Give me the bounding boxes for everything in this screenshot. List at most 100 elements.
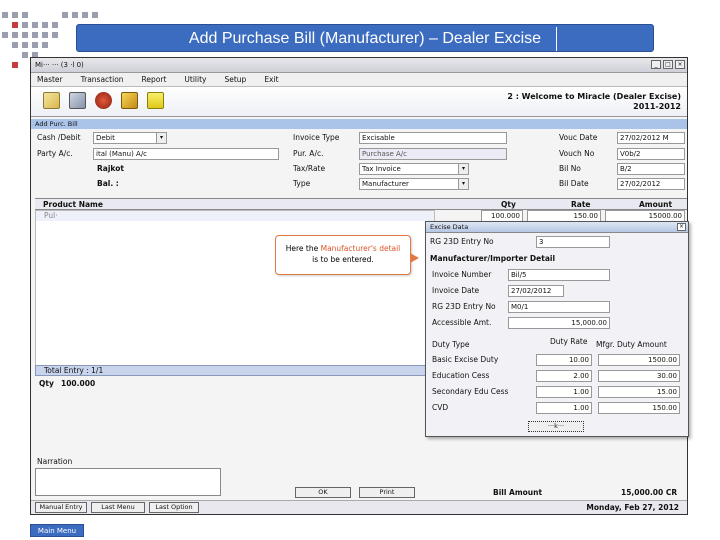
menu-item-master[interactable]: Master [37,73,63,86]
total-entry-text: Total Entry : 1/1 [44,366,104,375]
bill-date-value: 27/02/2012 [620,180,661,188]
invoice-number-label: Invoice Number [432,270,492,279]
help-icon[interactable] [147,92,164,109]
voucher-no-label: Vouch No [559,149,595,158]
duty-cvd-rate[interactable]: 1.00 [536,402,592,414]
section-title: Manufacturer/Importer Detail [430,254,556,263]
menu-item-setup[interactable]: Setup [224,73,246,86]
chevron-down-icon: ▾ [156,133,166,143]
narration-textarea[interactable] [35,468,221,496]
dialog-ok-button[interactable]: ···k··· [528,421,584,432]
invoice-date-field[interactable]: 27/02/2012 [508,285,564,297]
accessible-amount-field[interactable]: 15,000.00 [508,317,610,329]
party-account-value: ital (Manu) A/c [96,150,148,158]
edit-icon[interactable] [121,92,138,109]
menu-item-exit[interactable]: Exit [264,73,278,86]
rg23d-entry-field[interactable]: M0/1 [508,301,610,313]
tax-rate-value: Tax Invoice [362,165,401,173]
row-amount-value: 15000.00 [648,212,682,220]
duty-secondary-rate-value: 1.00 [573,388,589,396]
duty-secondary-rate[interactable]: 1.00 [536,386,592,398]
ok-button[interactable]: OK [295,487,351,498]
close-icon[interactable]: × [677,223,686,231]
grid-header-amount: Amount [639,200,673,209]
voucher-date-value: 27/02/2012 M [620,134,669,142]
duty-education-rate[interactable]: 2.00 [536,370,592,382]
duty-basic-rate-value: 10.00 [568,356,589,364]
main-menu-button[interactable]: Main Menu [30,524,84,537]
duty-cvd-amount[interactable]: 150.00 [598,402,680,414]
party-account-field[interactable]: ital (Manu) A/c [93,148,279,160]
voucher-date-field[interactable]: 27/02/2012 M [617,132,685,144]
status-date: Monday, Feb 27, 2012 [586,503,679,512]
tax-rate-select[interactable]: Tax Invoice ▾ [359,163,469,175]
duty-education-label: Education Cess [432,371,490,380]
narration-label: Narration [37,457,73,466]
menu-item-utility[interactable]: Utility [184,73,206,86]
tax-rate-label: Tax/Rate [293,164,326,173]
row-product-name: Pul· [44,211,58,220]
window-titlebar: Mi··· ··· (3 ·l 0) _ □ × [31,58,687,73]
money-bag-icon[interactable] [95,92,112,109]
duty-education-amount-value: 30.00 [656,372,677,380]
menu-item-report[interactable]: Report [142,73,167,86]
window-title: Mi··· ··· (3 ·l 0) [35,61,84,69]
invoice-number-field[interactable]: Bil/5 [508,269,610,281]
dialog-titlebar: Excise Data × [426,222,688,233]
accessible-amount-label: Accessible Amt. [432,318,492,327]
type-select[interactable]: Manufacturer ▾ [359,178,469,190]
maximize-button[interactable]: □ [663,60,673,69]
voucher-no-field[interactable]: V0b/2 [617,148,685,160]
duty-cvd-label: CVD [432,403,449,412]
cash-debit-value: Debit [96,134,115,142]
duty-basic-rate[interactable]: 10.00 [536,354,592,366]
product-grid[interactable]: Pul· [35,210,435,370]
row-qty-value: 100.000 [491,212,520,220]
total-entry-bar: Total Entry : 1/1 [35,365,435,376]
grid-header-product: Product Name [43,200,103,209]
manual-entry-button[interactable]: Manual Entry [35,502,87,513]
qty-total-value: 100.000 [61,379,96,388]
bill-no-value: B/2 [620,165,632,173]
purchase-account-label: Pur. A/c. [293,149,324,158]
bill-date-field[interactable]: 27/02/2012 [617,178,685,190]
grid-header: Product Name Qty Rate Amount [35,198,687,210]
callout-prefix: Here the [285,244,321,253]
print-button[interactable]: Print [359,487,415,498]
chevron-down-icon: ▾ [458,164,468,174]
table-row[interactable]: Pul· [36,211,434,221]
invoice-type-field[interactable]: Excisable [359,132,507,144]
last-menu-button[interactable]: Last Menu [91,502,145,513]
callout-highlight: Manufacturer's detail [320,244,401,253]
welcome-text: 2 : Welcome to Miracle (Dealer Excise) [507,92,681,101]
bill-no-field[interactable]: B/2 [617,163,685,175]
duty-basic-label: Basic Excise Duty [432,355,499,364]
city-text: Rajkot [97,164,124,173]
duty-basic-amount-value: 1500.00 [648,356,677,364]
cart-icon[interactable] [69,92,86,109]
duty-secondary-amount-value: 15.00 [656,388,677,396]
voucher-no-value: V0b/2 [620,150,641,158]
last-option-button[interactable]: Last Option [149,502,199,513]
rg-entry-value: 3 [539,238,544,246]
purchase-account-field[interactable]: Purchase A/c [359,148,507,160]
cash-debit-label: Cash /Debit [37,133,81,142]
cash-debit-select[interactable]: Debit ▾ [93,132,167,144]
menu-item-transaction[interactable]: Transaction [81,73,124,86]
type-value: Manufacturer [362,180,409,188]
accessible-amount-value: 15,000.00 [571,319,607,327]
duty-basic-amount[interactable]: 1500.00 [598,354,680,366]
duty-education-rate-value: 2.00 [573,372,589,380]
duty-education-amount[interactable]: 30.00 [598,370,680,382]
voucher-date-label: Vouc Date [559,133,598,142]
duty-secondary-amount[interactable]: 15.00 [598,386,680,398]
rg-entry-field[interactable]: 3 [536,236,610,248]
slide-title: Add Purchase Bill (Manufacturer) – Deale… [76,24,654,52]
toolbar: 2 : Welcome to Miracle (Dealer Excise) 2… [31,87,687,117]
close-button[interactable]: × [675,60,685,69]
app-window: Mi··· ··· (3 ·l 0) _ □ × Master Transact… [30,57,689,515]
bill-date-label: Bil Date [559,179,589,188]
copy-icon[interactable] [43,92,60,109]
duty-type-header: Duty Type [432,340,470,349]
minimize-button[interactable]: _ [651,60,661,69]
